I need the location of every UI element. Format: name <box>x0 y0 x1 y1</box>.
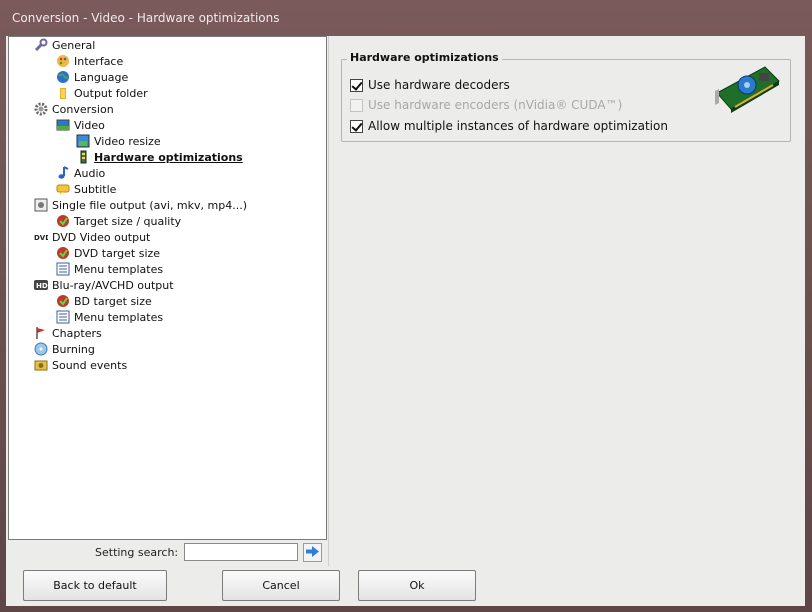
tree-item-conversion[interactable]: Conversion <box>34 101 114 117</box>
tree-item-dvd-target-size[interactable]: DVD target size <box>56 245 160 261</box>
hardware-decoders-checkbox[interactable] <box>350 78 363 92</box>
hd-icon: HD <box>34 278 48 292</box>
back-to-default-button[interactable]: Back to default <box>23 570 167 601</box>
setting-search-input[interactable] <box>184 543 298 561</box>
tree-item-dvd-video-output[interactable]: DVD DVD Video output <box>34 229 150 245</box>
tree-item-output-folder[interactable]: Output folder <box>56 85 148 101</box>
search-go-button[interactable] <box>303 543 322 562</box>
svg-text:DVD: DVD <box>34 234 48 242</box>
search-label: Setting search: <box>95 546 179 559</box>
tree-item-single-file-output[interactable]: Single file output (avi, mkv, mp4...) <box>34 197 247 213</box>
cancel-button[interactable]: Cancel <box>222 570 340 601</box>
tree-item-bd-menu-templates[interactable]: Menu templates <box>56 309 163 325</box>
target-icon <box>56 294 70 308</box>
tree-item-target-size-quality[interactable]: Target size / quality <box>56 213 181 229</box>
globe-icon <box>56 70 70 84</box>
target-icon <box>56 246 70 260</box>
film-file-icon <box>34 198 48 212</box>
speaker-icon <box>34 358 48 372</box>
tree-item-label: Blu-ray/AVCHD output <box>52 278 174 292</box>
subtitle-icon <box>56 182 70 196</box>
tree-item-label: Audio <box>74 166 106 180</box>
tree-item-burning[interactable]: Burning <box>34 341 95 357</box>
tree-item-chapters[interactable]: Chapters <box>34 325 102 341</box>
dvd-icon: DVD <box>34 230 51 244</box>
tree-item-label: Output folder <box>74 86 148 100</box>
option-label: Use hardware decoders <box>368 78 510 92</box>
tree-item-label: Video <box>74 118 105 132</box>
tree-item-label: Target size / quality <box>74 214 182 228</box>
tree-item-dvd-menu-templates[interactable]: Menu templates <box>56 261 163 277</box>
tree-item-language[interactable]: Language <box>56 69 128 85</box>
tree-item-label: Sound events <box>52 358 128 372</box>
music-note-icon <box>56 166 70 180</box>
tree-item-label: Single file output (avi, mkv, mp4...) <box>52 198 247 212</box>
menu-template-icon <box>56 262 70 276</box>
multiple-instances-checkbox[interactable] <box>350 119 363 133</box>
graphics-card-icon <box>713 63 783 115</box>
tree-item-label: BD target size <box>74 294 152 308</box>
tree-item-label: Menu templates <box>74 262 164 276</box>
option-use-hardware-decoders[interactable]: Use hardware decoders <box>350 78 510 92</box>
option-label: Allow multiple instances of hardware opt… <box>368 119 668 133</box>
tree-item-label: Language <box>74 70 129 84</box>
tree-item-label: DVD Video output <box>52 230 151 244</box>
target-icon <box>56 214 70 228</box>
settings-tree[interactable]: General Interface Language Output folder… <box>8 36 327 540</box>
tree-item-sound-events[interactable]: Sound events <box>34 357 127 373</box>
tree-item-label: General <box>52 38 96 52</box>
tree-item-hardware-optimizations[interactable]: Hardware optimizations <box>76 149 243 165</box>
tree-item-label: Chapters <box>52 326 102 340</box>
tree-item-label: Burning <box>52 342 95 356</box>
tree-item-label: Conversion <box>52 102 114 116</box>
title-bar[interactable]: Conversion - Video - Hardware optimizati… <box>0 0 812 36</box>
palette-icon <box>56 54 70 68</box>
arrow-right-icon <box>306 545 319 560</box>
tree-item-label: Hardware optimizations <box>94 150 243 164</box>
tree-item-subtitle[interactable]: Subtitle <box>56 181 116 197</box>
tree-item-bd-target-size[interactable]: BD target size <box>56 293 152 309</box>
tree-item-label: Menu templates <box>74 310 164 324</box>
option-allow-multiple-instances[interactable]: Allow multiple instances of hardware opt… <box>350 119 668 133</box>
tree-item-label: DVD target size <box>74 246 161 260</box>
settings-window: Conversion - Video - Hardware optimizati… <box>0 0 812 612</box>
window-title: Conversion - Video - Hardware optimizati… <box>12 11 280 25</box>
tree-item-label: Interface <box>74 54 124 68</box>
tree-item-video-resize[interactable]: Video resize <box>76 133 161 149</box>
tree-item-interface[interactable]: Interface <box>56 53 123 69</box>
tree-item-label: Subtitle <box>74 182 117 196</box>
tree-item-bluray-avchd-output[interactable]: HD Blu-ray/AVCHD output <box>34 277 174 293</box>
hardware-encoders-checkbox <box>350 98 363 112</box>
svg-text:HD: HD <box>36 282 48 290</box>
option-use-hardware-encoders: Use hardware encoders (nVidia® CUDA™) <box>350 98 622 112</box>
tree-item-general[interactable]: General <box>34 37 95 53</box>
resize-icon <box>76 134 90 148</box>
group-title: Hardware optimizations <box>347 51 502 64</box>
menu-template-icon <box>56 310 70 324</box>
tree-item-label: Video resize <box>94 134 161 148</box>
tree-item-video[interactable]: Video <box>56 117 105 133</box>
option-label: Use hardware encoders (nVidia® CUDA™) <box>368 98 623 112</box>
gear-icon <box>34 102 48 116</box>
tree-item-audio[interactable]: Audio <box>56 165 105 181</box>
chip-icon <box>76 150 90 164</box>
wrench-icon <box>34 38 48 52</box>
ok-button[interactable]: Ok <box>358 570 476 601</box>
flag-icon <box>34 326 48 340</box>
video-icon <box>56 118 70 132</box>
folder-icon <box>56 86 70 100</box>
disc-burn-icon <box>34 342 48 356</box>
panel-divider <box>328 36 329 566</box>
